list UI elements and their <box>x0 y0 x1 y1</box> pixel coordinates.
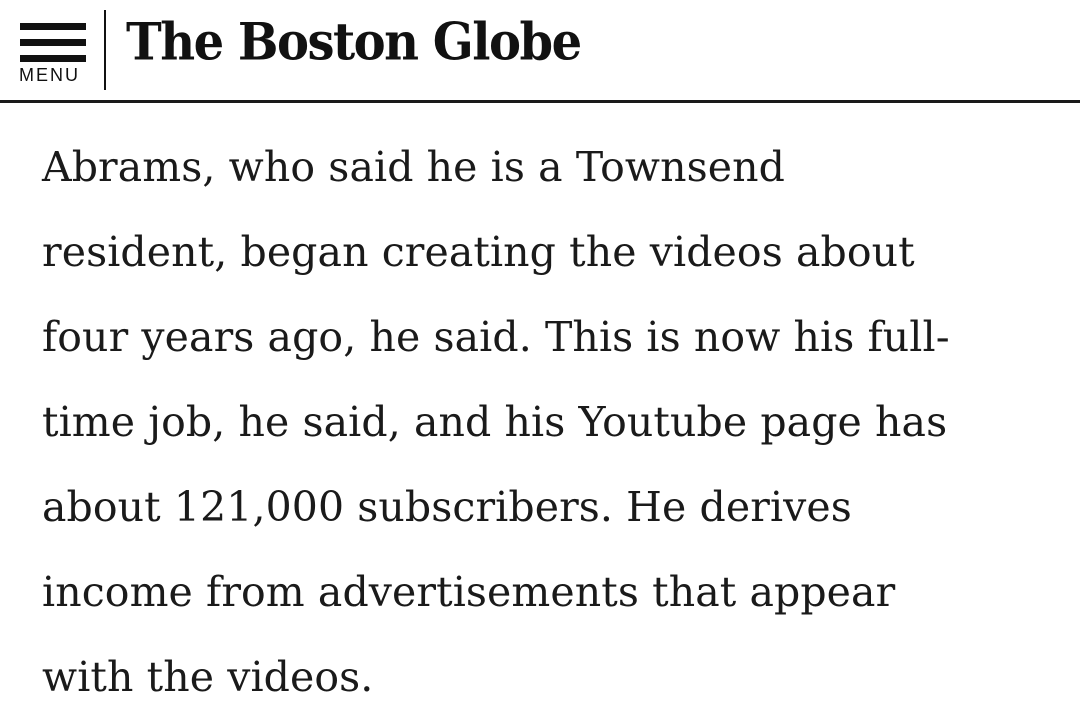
menu-button[interactable]: MENU <box>18 20 88 86</box>
hamburger-icon <box>20 23 86 63</box>
paragraph-line: resident, began creating the videos abou… <box>42 228 915 276</box>
site-header: MENU The Boston Globe <box>0 0 1080 103</box>
paragraph-line: about 121,000 subscribers. He derives <box>42 483 852 531</box>
article-paragraph: Abrams, who said he is a Townsend reside… <box>42 125 1052 720</box>
paragraph-line: four years ago, he said. This is now his… <box>42 313 950 361</box>
site-logo[interactable]: The Boston Globe <box>126 14 582 71</box>
paragraph-line: income from advertisements that appear <box>42 568 896 616</box>
menu-label: MENU <box>19 65 80 85</box>
paragraph-line: Abrams, who said he is a Townsend <box>42 143 785 191</box>
article-body: Abrams, who said he is a Townsend reside… <box>42 125 1052 720</box>
header-divider <box>104 10 106 90</box>
paragraph-line: time job, he said, and his Youtube page … <box>42 398 948 446</box>
paragraph-line: with the videos. <box>42 653 374 701</box>
